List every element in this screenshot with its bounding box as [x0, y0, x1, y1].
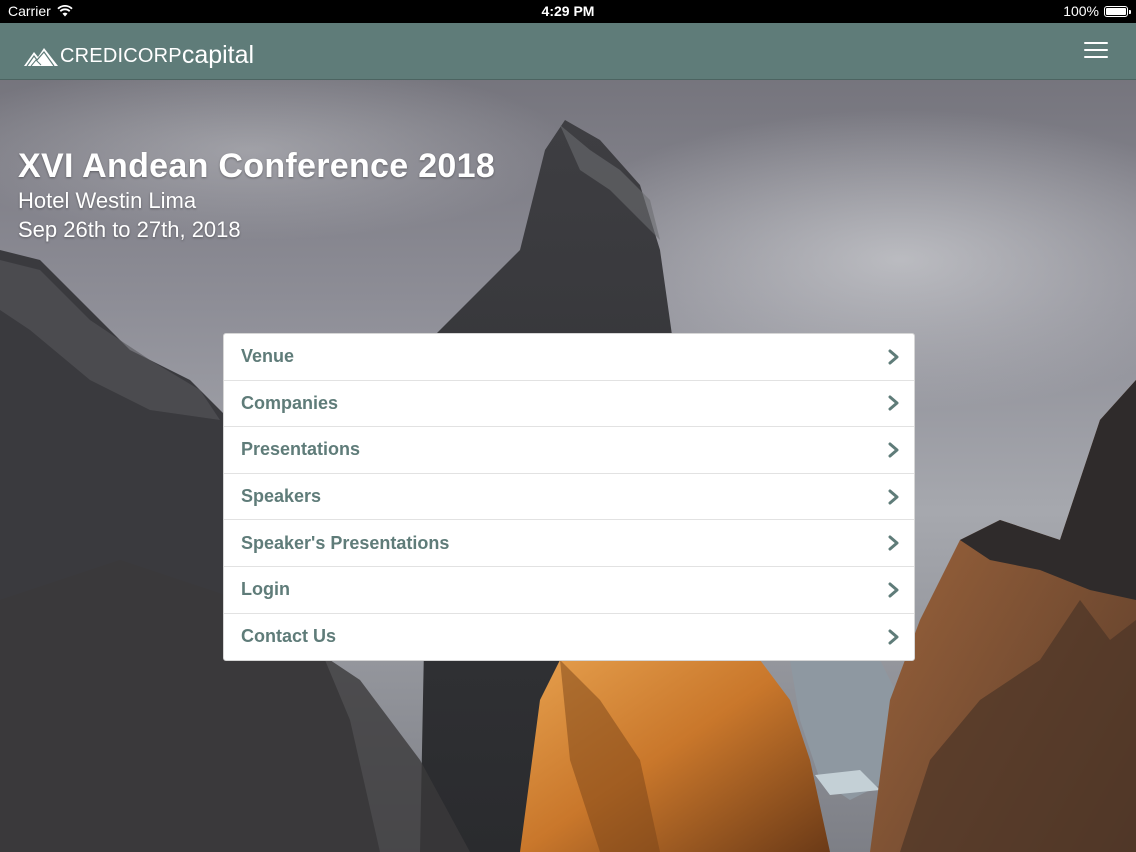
- chevron-right-icon: [888, 489, 899, 505]
- menu-item-label: Presentations: [241, 439, 361, 460]
- chevron-right-icon: [888, 349, 899, 365]
- menu-item-venue[interactable]: Venue: [224, 334, 914, 381]
- logo-mountain-icon: [24, 48, 58, 67]
- battery-icon: [1104, 5, 1131, 17]
- nav-bar: CREDICORP capital: [0, 23, 1136, 80]
- logo-text-capital: capital: [181, 41, 255, 69]
- menu-item-label: Contact Us: [241, 626, 337, 647]
- menu-item-speakers-presentations[interactable]: Speaker's Presentations: [224, 520, 914, 567]
- chevron-right-icon: [888, 442, 899, 458]
- menu-item-label: Speaker's Presentations: [241, 532, 450, 553]
- menu-item-label: Companies: [241, 392, 339, 413]
- menu-item-presentations[interactable]: Presentations: [224, 427, 914, 474]
- menu-item-companies[interactable]: Companies: [224, 381, 914, 428]
- hamburger-line: [1084, 49, 1108, 51]
- logo-text-credicorp: CREDICORP: [60, 45, 182, 67]
- menu-item-contact-us[interactable]: Contact Us: [224, 614, 914, 661]
- conference-venue: Hotel Westin Lima: [18, 188, 197, 213]
- chevron-right-icon: [888, 629, 899, 645]
- conference-dates: Sep 26th to 27th, 2018: [18, 217, 241, 242]
- menu-item-speakers[interactable]: Speakers: [224, 474, 914, 521]
- battery-percent: 100%: [1063, 3, 1099, 19]
- menu-item-label: Speakers: [241, 486, 322, 507]
- status-time: 4:29 PM: [541, 3, 595, 19]
- battery-indicator: 100%: [1063, 3, 1131, 19]
- chevron-right-icon: [888, 535, 899, 551]
- hamburger-menu-button[interactable]: [1084, 42, 1108, 60]
- credicorp-logo[interactable]: CREDICORP capital: [24, 37, 255, 69]
- hamburger-line: [1084, 42, 1108, 44]
- status-bar: Carrier 4:29 PM 100%: [0, 0, 1136, 23]
- chevron-right-icon: [888, 582, 899, 598]
- hamburger-line: [1084, 56, 1108, 58]
- app-screen: Carrier 4:29 PM 100% CREDICORP capital X…: [0, 0, 1136, 852]
- menu-item-label: Login: [241, 579, 290, 600]
- conference-header: XVI Andean Conference 2018 Hotel Westin …: [18, 146, 495, 244]
- menu-item-label: Venue: [241, 346, 295, 367]
- conference-title: XVI Andean Conference 2018: [18, 147, 496, 185]
- main-menu-list: Venue Companies Presentations Speakers S…: [223, 333, 915, 662]
- menu-item-login[interactable]: Login: [224, 567, 914, 614]
- chevron-right-icon: [888, 395, 899, 411]
